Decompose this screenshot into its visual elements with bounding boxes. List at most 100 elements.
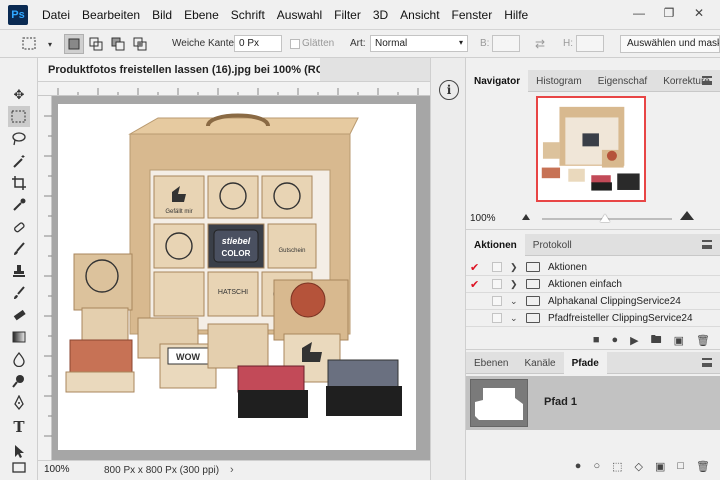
swap-icon[interactable]: ⇄ <box>530 34 550 54</box>
width-input[interactable] <box>492 35 520 52</box>
action-set-row[interactable]: ✔ ❯ Aktionen <box>466 259 720 276</box>
tab-navigator[interactable]: Navigator <box>466 70 529 92</box>
intersect-selection-icon[interactable] <box>130 34 150 54</box>
action-set-row[interactable]: ⌄ Pfadfreisteller ClippingService24 <box>466 310 720 327</box>
tab-properties[interactable]: Eigenschaf <box>590 70 655 92</box>
feather-input[interactable]: 0 Px <box>234 35 282 52</box>
add-mask-icon[interactable]: ▣ <box>655 460 665 473</box>
document-canvas[interactable]: Gefällt mir stiebel COLOR Gutschein HATS… <box>58 104 416 450</box>
minimize-icon[interactable]: — <box>624 4 654 22</box>
new-set-folder-icon[interactable]: 🖿 <box>651 331 662 350</box>
eraser-icon[interactable] <box>8 304 30 325</box>
eyedropper-icon[interactable] <box>8 194 30 215</box>
ruler-vertical[interactable] <box>38 96 52 460</box>
chevron-down-icon: ▾ <box>458 38 463 47</box>
history-brush-icon[interactable] <box>8 282 30 303</box>
tab-bar-background <box>320 58 430 82</box>
make-work-path-icon[interactable]: ◇ <box>635 460 643 473</box>
navigator-zoom-field[interactable]: 100% <box>470 213 496 224</box>
chevron-down-icon[interactable]: ⌄ <box>510 296 522 307</box>
stroke-path-icon[interactable]: ○ <box>593 460 600 472</box>
restore-icon[interactable]: ❐ <box>654 4 684 22</box>
height-input[interactable] <box>576 35 604 52</box>
new-path-icon[interactable]: □ <box>677 460 684 472</box>
blur-tool-icon[interactable] <box>8 348 30 369</box>
gradient-icon[interactable] <box>8 326 30 347</box>
menu-3d[interactable]: 3D <box>367 8 394 22</box>
lasso-tool-icon[interactable] <box>8 128 30 149</box>
dodge-tool-icon[interactable] <box>8 370 30 391</box>
marquee-preset-icon[interactable] <box>20 34 40 54</box>
zoom-in-icon[interactable] <box>680 211 694 220</box>
path-row[interactable]: Pfad 1 <box>466 376 720 430</box>
ruler-horizontal[interactable] <box>38 82 430 96</box>
tab-actions[interactable]: Aktionen <box>466 234 525 256</box>
menu-hilfe[interactable]: Hilfe <box>498 8 534 22</box>
menu-ansicht[interactable]: Ansicht <box>394 8 445 22</box>
trash-icon[interactable]: 🗑 <box>696 334 710 347</box>
antialias-checkbox[interactable] <box>290 39 300 49</box>
healing-brush-icon[interactable] <box>8 216 30 237</box>
menu-auswahl[interactable]: Auswahl <box>271 8 328 22</box>
tab-histogram[interactable]: Histogram <box>528 70 590 92</box>
document-tab[interactable]: Produktfotos freistellen lassen (16).jpg… <box>38 58 362 82</box>
menu-filter[interactable]: Filter <box>328 8 367 22</box>
panel-menu-icon[interactable] <box>702 240 712 249</box>
marquee-tool-icon[interactable] <box>8 106 30 127</box>
menu-fenster[interactable]: Fenster <box>446 8 499 22</box>
move-tool-icon[interactable]: ✥ <box>8 84 30 105</box>
record-icon[interactable]: ● <box>612 334 619 346</box>
fill-path-icon[interactable]: ● <box>575 460 582 472</box>
navigator-preview[interactable] <box>536 96 646 202</box>
style-select[interactable]: Normal ▾ <box>370 35 468 52</box>
menu-bearbeiten[interactable]: Bearbeiten <box>76 8 146 22</box>
chevron-right-icon[interactable]: ❯ <box>510 262 522 273</box>
checkmark-icon[interactable]: ✔ <box>470 261 484 274</box>
chevron-down-icon[interactable]: ⌄ <box>510 313 522 324</box>
subtract-from-selection-icon[interactable] <box>108 34 128 54</box>
menu-datei[interactable]: Datei <box>36 8 76 22</box>
path-selection-icon[interactable] <box>8 440 30 461</box>
play-icon[interactable]: ▶ <box>630 334 638 347</box>
tab-channels[interactable]: Kanäle <box>516 352 563 374</box>
crop-tool-icon[interactable] <box>8 172 30 193</box>
new-action-icon[interactable]: ▣ <box>674 334 684 347</box>
magic-wand-icon[interactable] <box>8 150 30 171</box>
tab-layers[interactable]: Ebenen <box>466 352 516 374</box>
chevron-right-icon[interactable]: ❯ <box>510 279 522 290</box>
menu-bild[interactable]: Bild <box>146 8 178 22</box>
chevron-right-icon[interactable]: › <box>230 464 234 476</box>
checkmark-icon[interactable]: ✔ <box>470 278 484 291</box>
menu-ebene[interactable]: Ebene <box>178 8 225 22</box>
tab-history[interactable]: Protokoll <box>525 234 580 256</box>
dialog-toggle-box[interactable] <box>492 313 502 323</box>
product-photo: Gefällt mir stiebel COLOR Gutschein HATS… <box>65 113 402 418</box>
slider-handle[interactable] <box>600 214 610 222</box>
dialog-toggle-box[interactable] <box>492 296 502 306</box>
dialog-toggle-box[interactable] <box>492 279 502 289</box>
zoom-level-field[interactable]: 100% <box>44 464 84 478</box>
add-to-selection-icon[interactable] <box>86 34 106 54</box>
menu-schrift[interactable]: Schrift <box>225 8 271 22</box>
stop-icon[interactable]: ■ <box>593 334 600 346</box>
info-icon[interactable]: i <box>439 80 459 100</box>
panel-menu-icon[interactable] <box>702 358 712 367</box>
tab-paths[interactable]: Pfade <box>563 352 607 374</box>
zoom-out-icon[interactable] <box>522 214 530 220</box>
rectangle-tool-icon[interactable] <box>8 460 30 476</box>
load-as-selection-icon[interactable]: ⬚ <box>612 460 622 473</box>
trash-icon[interactable]: 🗑 <box>696 460 710 473</box>
chevron-down-icon[interactable]: ▾ <box>40 34 60 54</box>
new-selection-icon[interactable] <box>64 34 84 54</box>
dialog-toggle-box[interactable] <box>492 262 502 272</box>
brush-tool-icon[interactable] <box>8 238 30 259</box>
close-icon[interactable]: ✕ <box>684 4 714 22</box>
pen-tool-icon[interactable] <box>8 392 30 413</box>
type-tool-icon[interactable]: T <box>8 416 30 437</box>
panel-menu-icon[interactable] <box>702 76 712 85</box>
navigator-tabbar: Navigator Histogram Eigenschaf Korrektur… <box>466 70 720 92</box>
action-set-row[interactable]: ✔ ❯ Aktionen einfach <box>466 276 720 293</box>
select-and-mask-button[interactable]: Auswählen und maskieren... <box>620 35 720 53</box>
clone-stamp-icon[interactable] <box>8 260 30 281</box>
action-set-row[interactable]: ⌄ Alphakanal ClippingService24 <box>466 293 720 310</box>
